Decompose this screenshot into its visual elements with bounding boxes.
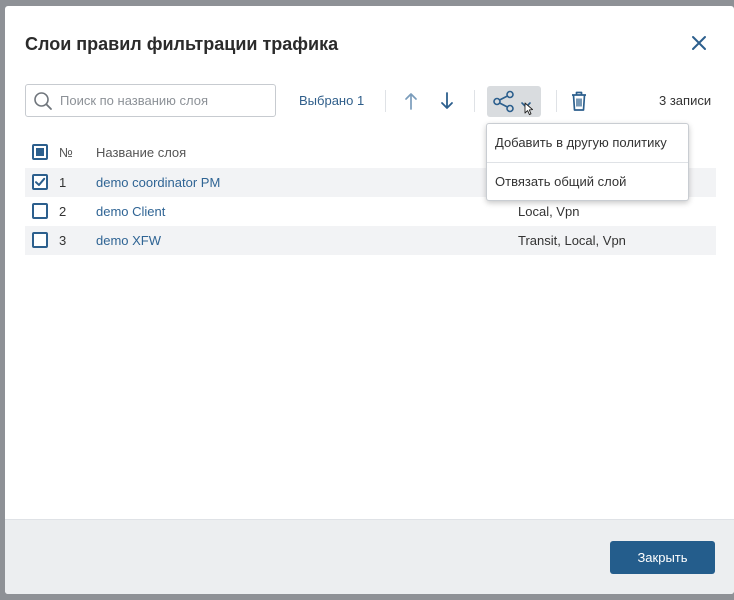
dialog-title: Слои правил фильтрации трафика — [25, 34, 339, 54]
row-number: 1 — [59, 175, 67, 190]
row-number: 2 — [59, 204, 67, 219]
table-row[interactable]: 3 demo XFW Transit, Local, Vpn — [25, 226, 716, 255]
share-icon — [492, 90, 516, 118]
close-button[interactable]: Закрыть — [610, 541, 715, 574]
toolbar-divider — [474, 90, 475, 112]
records-count: 3 записи — [659, 93, 712, 108]
row-direction: Transit, Local, Vpn — [518, 233, 626, 248]
dialog-footer: Закрыть — [5, 519, 734, 594]
selected-count: Выбрано 1 — [299, 93, 365, 108]
row-layer-name[interactable]: demo Client — [96, 204, 165, 219]
row-layer-name[interactable]: demo coordinator PM — [96, 175, 220, 190]
trash-icon[interactable] — [566, 87, 592, 115]
arrow-down-icon[interactable] — [434, 87, 460, 115]
row-checkbox[interactable] — [32, 203, 48, 219]
mouse-cursor-icon — [524, 102, 534, 121]
checkmark-icon — [35, 177, 46, 186]
header-number: № — [59, 145, 73, 160]
row-number: 3 — [59, 233, 67, 248]
row-checkbox[interactable] — [32, 174, 48, 190]
search-box — [25, 84, 276, 117]
layers-dialog: Слои правил фильтрации трафика Выбрано 1 — [5, 6, 734, 594]
menu-item-unlink-shared-layer[interactable]: Отвязать общий слой — [487, 163, 688, 201]
header-layer-name: Название слоя — [96, 145, 187, 160]
search-icon — [33, 91, 53, 111]
share-menu-button[interactable] — [487, 86, 541, 117]
search-input[interactable] — [60, 85, 270, 116]
close-icon[interactable] — [688, 32, 710, 54]
row-layer-name[interactable]: demo XFW — [96, 233, 161, 248]
toolbar: Выбрано 1 — [5, 84, 734, 120]
menu-item-add-to-policy[interactable]: Добавить в другую политику — [487, 124, 688, 162]
toolbar-divider — [385, 90, 386, 112]
row-direction: Local, Vpn — [518, 204, 580, 219]
toolbar-divider — [556, 90, 557, 112]
table-row[interactable]: 2 demo Client Local, Vpn — [25, 197, 716, 226]
arrow-up-icon[interactable] — [398, 87, 424, 115]
share-dropdown-menu: Добавить в другую политику Отвязать общи… — [486, 123, 689, 201]
row-checkbox[interactable] — [32, 232, 48, 248]
select-all-checkbox[interactable] — [32, 144, 48, 160]
